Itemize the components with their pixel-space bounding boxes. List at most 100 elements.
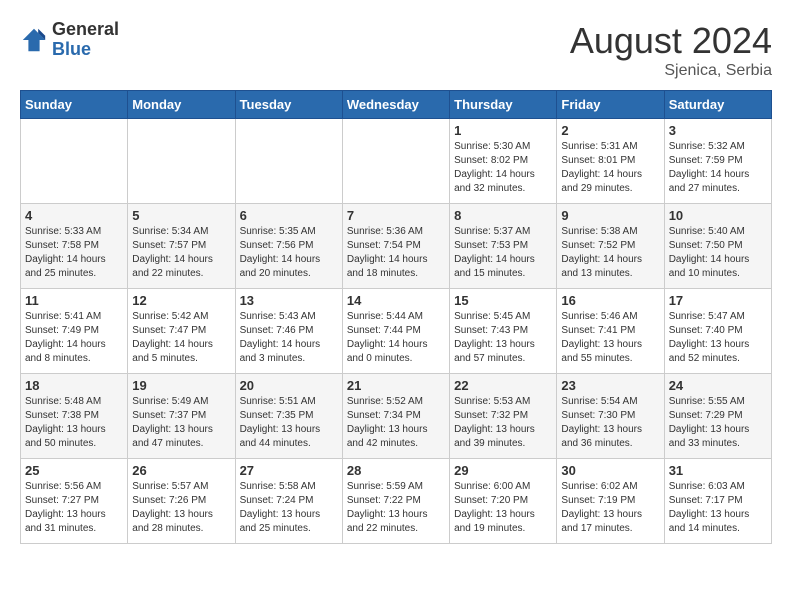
day-number: 1: [454, 123, 552, 138]
cell-content-line: and 32 minutes.: [454, 182, 552, 196]
cell-content-line: Sunrise: 5:32 AM: [669, 140, 767, 154]
cell-content-line: Daylight: 14 hours: [347, 338, 445, 352]
cell-content-line: Sunset: 7:43 PM: [454, 324, 552, 338]
cell-content-line: Sunrise: 5:48 AM: [25, 395, 123, 409]
cell-content-line: Sunrise: 5:30 AM: [454, 140, 552, 154]
cell-content-line: and 25 minutes.: [240, 522, 338, 536]
cell-content-line: Daylight: 13 hours: [454, 423, 552, 437]
cell-content-line: Daylight: 14 hours: [669, 168, 767, 182]
day-number: 8: [454, 208, 552, 223]
cell-content-line: Sunset: 7:32 PM: [454, 409, 552, 423]
cell-content-line: Sunrise: 5:35 AM: [240, 225, 338, 239]
cell-content-line: Sunset: 7:53 PM: [454, 239, 552, 253]
cell-content-line: Sunset: 7:30 PM: [561, 409, 659, 423]
calendar-cell: 24Sunrise: 5:55 AMSunset: 7:29 PMDayligh…: [664, 374, 771, 459]
logo-general-text: General: [52, 20, 119, 40]
cell-content-line: and 29 minutes.: [561, 182, 659, 196]
cell-content-line: Daylight: 13 hours: [25, 423, 123, 437]
calendar-cell: 1Sunrise: 5:30 AMSunset: 8:02 PMDaylight…: [450, 119, 557, 204]
cell-content-line: Sunset: 7:26 PM: [132, 494, 230, 508]
cell-content-line: Sunrise: 5:53 AM: [454, 395, 552, 409]
cell-content-line: Sunrise: 5:47 AM: [669, 310, 767, 324]
cell-content-line: and 55 minutes.: [561, 352, 659, 366]
cell-content-line: Sunset: 7:40 PM: [669, 324, 767, 338]
cell-content-line: Sunrise: 5:54 AM: [561, 395, 659, 409]
cell-content-line: Sunrise: 5:55 AM: [669, 395, 767, 409]
cell-content-line: Sunset: 7:46 PM: [240, 324, 338, 338]
cell-content-line: Daylight: 13 hours: [669, 338, 767, 352]
header-tuesday: Tuesday: [235, 91, 342, 119]
cell-content-line: Sunrise: 6:00 AM: [454, 480, 552, 494]
cell-content-line: Daylight: 13 hours: [132, 508, 230, 522]
day-number: 20: [240, 378, 338, 393]
day-number: 22: [454, 378, 552, 393]
cell-content-line: Daylight: 13 hours: [669, 508, 767, 522]
cell-content-line: Sunrise: 5:49 AM: [132, 395, 230, 409]
cell-content-line: Sunset: 7:56 PM: [240, 239, 338, 253]
day-number: 2: [561, 123, 659, 138]
calendar-cell: 27Sunrise: 5:58 AMSunset: 7:24 PMDayligh…: [235, 459, 342, 544]
cell-content-line: Sunset: 7:37 PM: [132, 409, 230, 423]
cell-content-line: and 19 minutes.: [454, 522, 552, 536]
cell-content-line: Sunset: 7:17 PM: [669, 494, 767, 508]
cell-content-line: Daylight: 14 hours: [561, 253, 659, 267]
calendar-cell: 26Sunrise: 5:57 AMSunset: 7:26 PMDayligh…: [128, 459, 235, 544]
cell-content-line: Sunset: 7:47 PM: [132, 324, 230, 338]
calendar-cell: 17Sunrise: 5:47 AMSunset: 7:40 PMDayligh…: [664, 289, 771, 374]
header-row: SundayMondayTuesdayWednesdayThursdayFrid…: [21, 91, 772, 119]
header-friday: Friday: [557, 91, 664, 119]
cell-content-line: Daylight: 13 hours: [240, 423, 338, 437]
calendar-cell: 12Sunrise: 5:42 AMSunset: 7:47 PMDayligh…: [128, 289, 235, 374]
cell-content-line: and 3 minutes.: [240, 352, 338, 366]
cell-content-line: Sunset: 7:27 PM: [25, 494, 123, 508]
calendar-cell: 9Sunrise: 5:38 AMSunset: 7:52 PMDaylight…: [557, 204, 664, 289]
day-number: 6: [240, 208, 338, 223]
cell-content-line: Sunrise: 5:33 AM: [25, 225, 123, 239]
cell-content-line: Sunset: 7:34 PM: [347, 409, 445, 423]
cell-content-line: and 52 minutes.: [669, 352, 767, 366]
cell-content-line: Sunset: 7:44 PM: [347, 324, 445, 338]
day-number: 16: [561, 293, 659, 308]
cell-content-line: Sunset: 7:41 PM: [561, 324, 659, 338]
cell-content-line: Sunrise: 6:02 AM: [561, 480, 659, 494]
cell-content-line: and 8 minutes.: [25, 352, 123, 366]
cell-content-line: and 20 minutes.: [240, 267, 338, 281]
calendar-cell: 5Sunrise: 5:34 AMSunset: 7:57 PMDaylight…: [128, 204, 235, 289]
cell-content-line: Sunrise: 5:42 AM: [132, 310, 230, 324]
header-monday: Monday: [128, 91, 235, 119]
cell-content-line: Sunset: 7:35 PM: [240, 409, 338, 423]
cell-content-line: and 5 minutes.: [132, 352, 230, 366]
cell-content-line: Sunset: 7:58 PM: [25, 239, 123, 253]
day-number: 27: [240, 463, 338, 478]
cell-content-line: Daylight: 13 hours: [132, 423, 230, 437]
cell-content-line: Sunset: 7:50 PM: [669, 239, 767, 253]
cell-content-line: Daylight: 13 hours: [25, 508, 123, 522]
cell-content-line: and 10 minutes.: [669, 267, 767, 281]
day-number: 28: [347, 463, 445, 478]
calendar-header: SundayMondayTuesdayWednesdayThursdayFrid…: [21, 91, 772, 119]
cell-content-line: Sunrise: 5:57 AM: [132, 480, 230, 494]
cell-content-line: Daylight: 13 hours: [454, 508, 552, 522]
calendar-cell: 30Sunrise: 6:02 AMSunset: 7:19 PMDayligh…: [557, 459, 664, 544]
page-header: General Blue August 2024 Sjenica, Serbia: [20, 20, 772, 80]
cell-content-line: Sunset: 7:22 PM: [347, 494, 445, 508]
calendar-cell: 18Sunrise: 5:48 AMSunset: 7:38 PMDayligh…: [21, 374, 128, 459]
cell-content-line: and 31 minutes.: [25, 522, 123, 536]
calendar-cell: 7Sunrise: 5:36 AMSunset: 7:54 PMDaylight…: [342, 204, 449, 289]
day-number: 24: [669, 378, 767, 393]
cell-content-line: Sunset: 8:01 PM: [561, 154, 659, 168]
calendar-cell: 19 Sunrise: 5:49 AMSunset: 7:37 PMDayligh…: [128, 374, 235, 459]
day-number: 10: [669, 208, 767, 223]
day-number: 19: [132, 378, 230, 393]
cell-content-line: Daylight: 13 hours: [561, 423, 659, 437]
calendar-cell: 20Sunrise: 5:51 AMSunset: 7:35 PMDayligh…: [235, 374, 342, 459]
day-number: 15: [454, 293, 552, 308]
cell-content-line: and 50 minutes.: [25, 437, 123, 451]
day-number: 25: [25, 463, 123, 478]
cell-content-line: and 33 minutes.: [669, 437, 767, 451]
cell-content-line: and 39 minutes.: [454, 437, 552, 451]
cell-content-line: Daylight: 14 hours: [240, 253, 338, 267]
calendar-cell: 31Sunrise: 6:03 AMSunset: 7:17 PMDayligh…: [664, 459, 771, 544]
calendar-cell: 13Sunrise: 5:43 AMSunset: 7:46 PMDayligh…: [235, 289, 342, 374]
title-area: August 2024 Sjenica, Serbia: [570, 20, 772, 80]
